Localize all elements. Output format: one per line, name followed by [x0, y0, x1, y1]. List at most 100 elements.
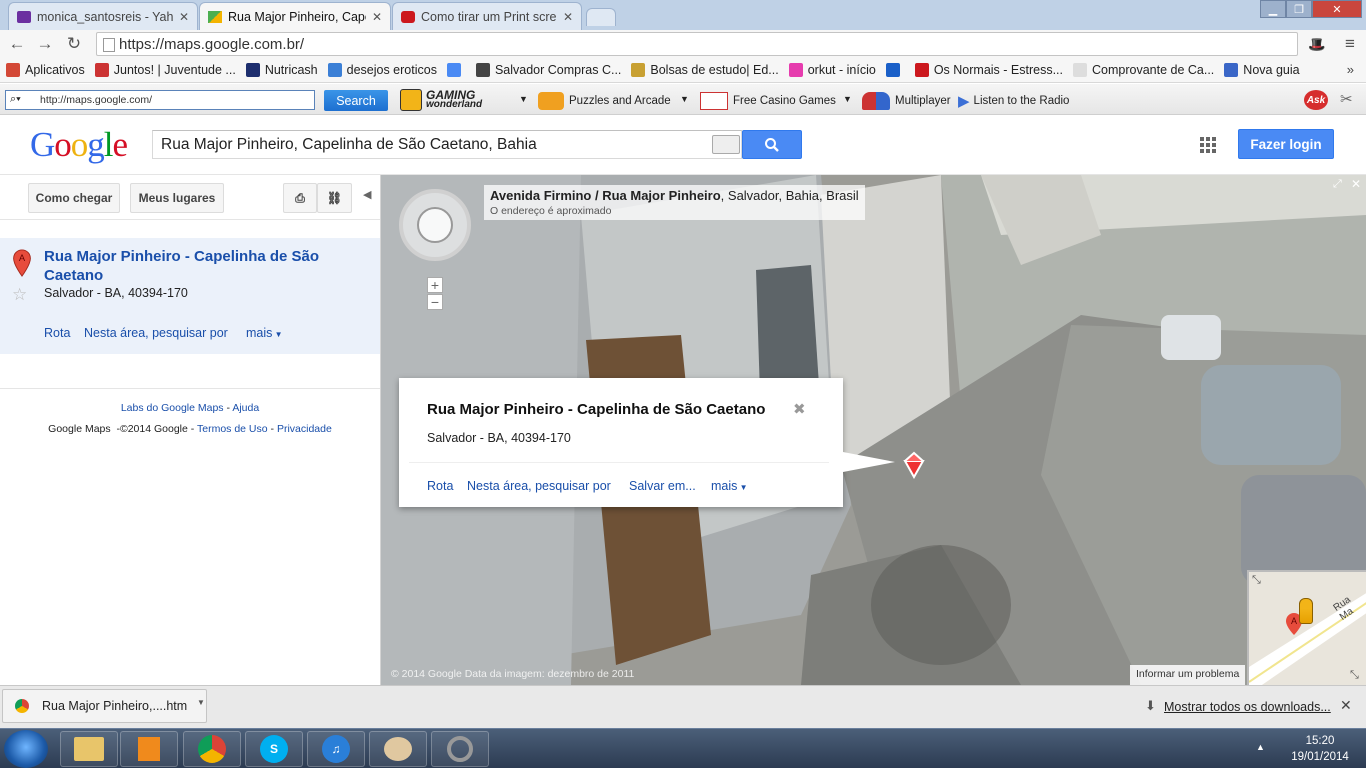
- directions-button[interactable]: Como chegar: [28, 183, 120, 213]
- paint-icon[interactable]: [369, 731, 427, 767]
- settings-tools-icon[interactable]: ✂: [1340, 90, 1353, 108]
- extension-hat-icon[interactable]: 🎩: [1305, 33, 1329, 55]
- download-item[interactable]: Rua Major Pinheiro,....htm: [2, 689, 207, 723]
- more-link[interactable]: mais ▼: [711, 479, 748, 493]
- chevron-down-icon[interactable]: ▼: [843, 94, 852, 104]
- tab-google-maps[interactable]: Rua Major Pinheiro, Capel ✕: [199, 2, 391, 31]
- bookmark-item[interactable]: Nova guia: [1224, 63, 1300, 77]
- close-icon[interactable]: ✕: [1351, 177, 1361, 191]
- chrome-menu-icon[interactable]: ≡: [1338, 33, 1362, 55]
- apps-grid-icon[interactable]: [1200, 137, 1216, 153]
- nearby-search-link[interactable]: Nesta área, pesquisar por: [84, 326, 228, 340]
- maximize-button[interactable]: ❐: [1286, 0, 1312, 18]
- more-label: mais: [711, 479, 738, 493]
- explorer-icon[interactable]: [60, 731, 118, 767]
- new-tab-button[interactable]: [586, 8, 616, 26]
- show-all-downloads-link[interactable]: Mostrar todos os downloads...: [1164, 700, 1331, 714]
- chevron-down-icon: ▼: [737, 483, 748, 492]
- media-player-icon[interactable]: [120, 731, 178, 767]
- toolbar-item-casino[interactable]: Free Casino Games: [700, 92, 836, 110]
- bookmark-item[interactable]: Salvador Compras C...: [475, 63, 621, 77]
- terms-link[interactable]: Termos de Uso: [197, 423, 268, 435]
- keyboard-icon[interactable]: [712, 135, 740, 154]
- close-window-button[interactable]: ✕: [1312, 0, 1362, 18]
- nearby-search-link[interactable]: Nesta área, pesquisar por: [467, 479, 611, 493]
- google-header: Google Rua Major Pinheiro, Capelinha de …: [0, 115, 1366, 175]
- bookmark-item[interactable]: [885, 63, 905, 77]
- route-link[interactable]: Rota: [427, 479, 453, 493]
- windows-start-button[interactable]: [4, 730, 48, 768]
- pan-arrows-icon[interactable]: [417, 207, 453, 243]
- reload-icon[interactable]: ↻: [62, 33, 86, 55]
- ask-logo[interactable]: Ask: [1304, 90, 1328, 110]
- bookmark-item[interactable]: [446, 63, 466, 77]
- print-icon[interactable]: ⎙: [283, 183, 317, 213]
- itunes-icon[interactable]: ♫: [307, 731, 365, 767]
- report-problem-link[interactable]: Informar um problema: [1130, 665, 1246, 685]
- maps-search-button[interactable]: [742, 130, 802, 159]
- more-bookmarks-icon[interactable]: »: [1347, 62, 1354, 77]
- google-maps-icon: [208, 11, 222, 23]
- google-logo[interactable]: Google: [30, 125, 128, 165]
- close-icon[interactable]: ✕: [1340, 697, 1352, 714]
- minimize-button[interactable]: ▁: [1260, 0, 1286, 18]
- tray-expand-icon[interactable]: ▲: [1256, 742, 1265, 752]
- bookmark-item[interactable]: desejos eroticos: [327, 63, 437, 77]
- search-result-item[interactable]: A Rua Major Pinheiro - Capelinha de São …: [0, 238, 380, 354]
- close-icon[interactable]: ✖: [793, 400, 806, 418]
- save-link[interactable]: Salvar em...: [629, 479, 696, 493]
- zoom-in-button[interactable]: +: [427, 277, 443, 293]
- expand-icon[interactable]: ⤢: [1333, 178, 1342, 191]
- bookmark-label: Aplicativos: [25, 63, 85, 77]
- help-link[interactable]: Ajuda: [232, 402, 259, 414]
- maps-search-input[interactable]: Rua Major Pinheiro, Capelinha de São Cae…: [152, 130, 742, 159]
- forward-arrow-icon[interactable]: →: [33, 33, 57, 55]
- labs-link[interactable]: Labs do Google Maps: [121, 402, 224, 414]
- toolbar-search-input[interactable]: http://maps.google.com/: [5, 90, 315, 110]
- compass-pan-control[interactable]: [399, 189, 471, 261]
- result-title[interactable]: Rua Major Pinheiro - Capelinha de São Ca…: [44, 247, 364, 285]
- close-tab-icon[interactable]: ✕: [372, 10, 382, 24]
- privacy-link[interactable]: Privacidade: [277, 423, 332, 435]
- more-link[interactable]: mais ▼: [246, 326, 283, 340]
- star-icon[interactable]: ☆: [12, 285, 27, 305]
- address-bar[interactable]: https://maps.google.com.br/: [96, 32, 1298, 56]
- toolbar-search-button[interactable]: Search: [324, 90, 388, 111]
- bookmark-item[interactable]: Nutricash: [245, 63, 318, 77]
- chrome-icon[interactable]: [183, 731, 241, 767]
- street-view-minimap[interactable]: ⤡ Rua Ma A: [1247, 570, 1366, 685]
- pegman-icon[interactable]: [1299, 598, 1313, 624]
- apps-grid-icon: [6, 63, 20, 77]
- tab-yahoo-mail[interactable]: monica_santosreis - Yaho ✕: [8, 2, 198, 30]
- bookmark-item[interactable]: Aplicativos: [6, 63, 85, 77]
- tab-youtube[interactable]: Como tirar um Print scree ✕: [392, 2, 582, 30]
- bookmark-item[interactable]: orkut - início: [788, 63, 876, 77]
- skype-icon[interactable]: S: [245, 731, 303, 767]
- bookmark-item[interactable]: Os Normais - Estress...: [914, 63, 1063, 77]
- link-icon[interactable]: ⛓: [317, 183, 352, 213]
- close-tab-icon[interactable]: ✕: [563, 10, 573, 24]
- system-clock[interactable]: 15:20 19/01/2014: [1278, 733, 1362, 765]
- playing-cards-icon: [700, 92, 728, 110]
- back-arrow-icon[interactable]: ←: [5, 33, 29, 55]
- camera-app-icon[interactable]: [431, 731, 489, 767]
- toolbar-item-puzzles[interactable]: Puzzles and Arcade: [538, 92, 671, 110]
- resize-corner-icon[interactable]: ⤡: [1350, 669, 1359, 682]
- info-window-title[interactable]: Rua Major Pinheiro - Capelinha de São Ca…: [427, 401, 765, 418]
- route-link[interactable]: Rota: [44, 326, 70, 340]
- chevron-down-icon[interactable]: ▼: [197, 698, 205, 707]
- bookmark-item[interactable]: Bolsas de estudo| Ed...: [631, 63, 779, 77]
- zoom-out-button[interactable]: −: [427, 294, 443, 310]
- gaming-wonderland-logo[interactable]: GAMING wonderland: [400, 88, 508, 112]
- bookmark-item[interactable]: Juntos! | Juventude ...: [94, 63, 236, 77]
- login-button[interactable]: Fazer login: [1238, 129, 1334, 159]
- chevron-down-icon[interactable]: ▼: [519, 94, 528, 104]
- chevron-down-icon[interactable]: ▼: [680, 94, 689, 104]
- bookmark-item[interactable]: Comprovante de Ca...: [1073, 63, 1214, 77]
- toolbar-item-radio[interactable]: ▶ Listen to the Radio: [958, 92, 1069, 110]
- close-tab-icon[interactable]: ✕: [179, 10, 189, 24]
- toolbar-item-multiplayer[interactable]: Multiplayer: [862, 92, 951, 110]
- collapse-panel-icon[interactable]: ◀: [363, 188, 371, 201]
- my-places-button[interactable]: Meus lugares: [130, 183, 224, 213]
- expand-minimap-icon[interactable]: ⤡: [1252, 574, 1261, 587]
